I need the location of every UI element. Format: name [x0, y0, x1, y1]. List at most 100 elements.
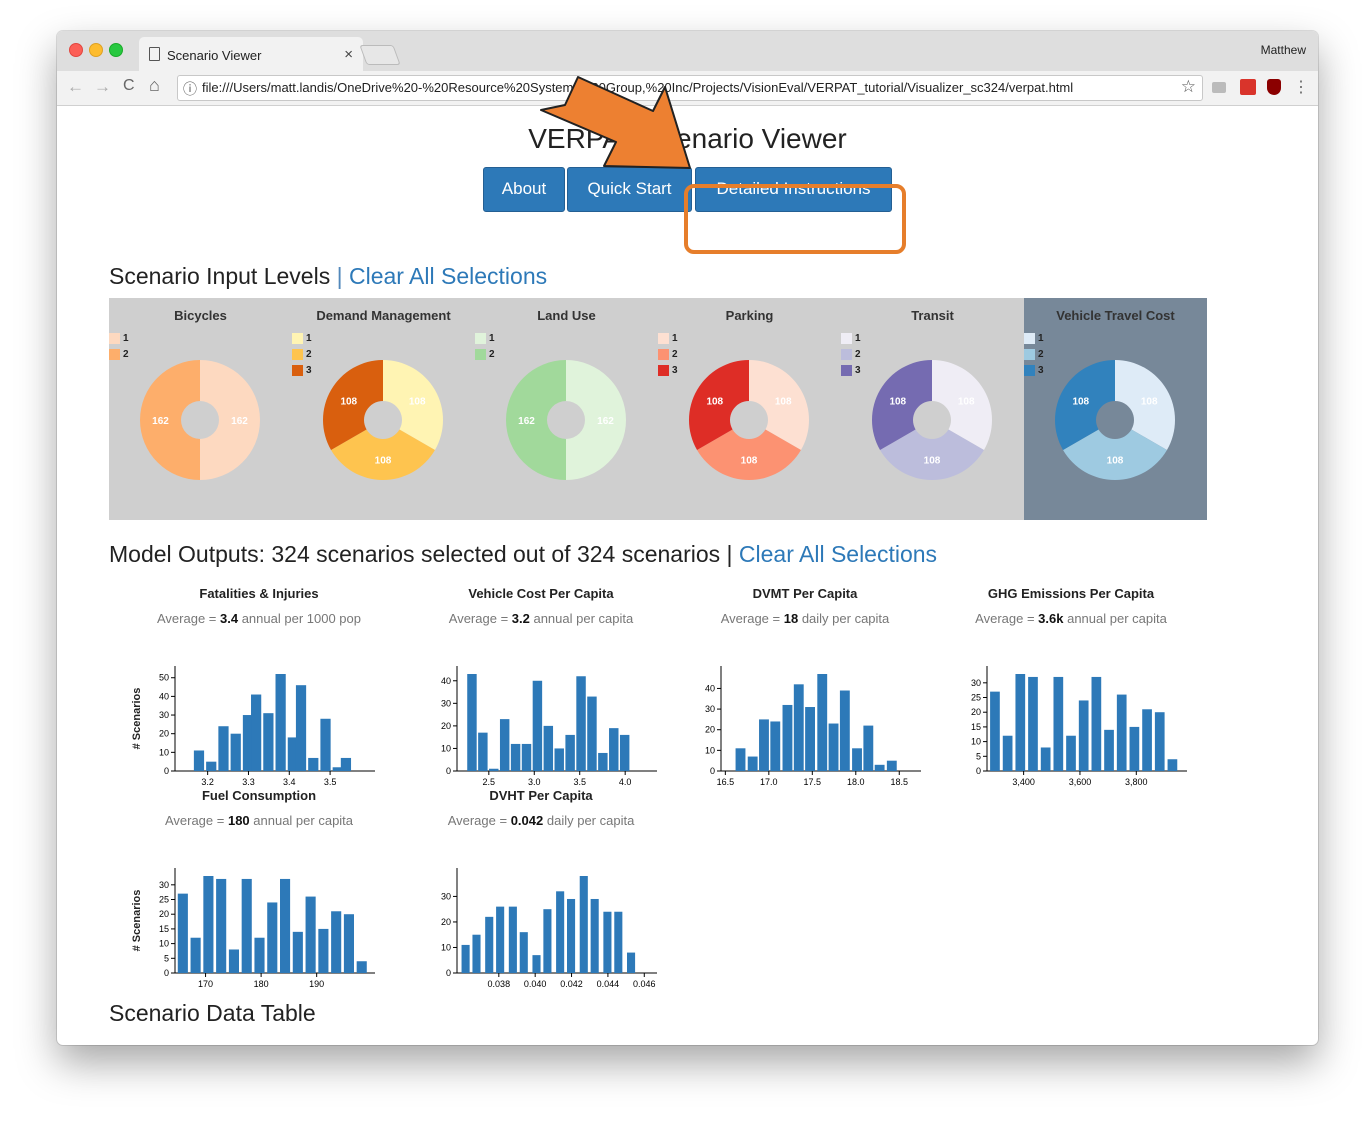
donut-chart[interactable]: 162 162 — [109, 298, 292, 520]
histogram-bar[interactable] — [251, 694, 262, 771]
ublock-icon[interactable] — [1267, 79, 1281, 95]
histogram-bar[interactable] — [331, 911, 342, 973]
histogram-bar[interactable] — [1015, 674, 1026, 771]
maximize-window-icon[interactable] — [109, 43, 123, 57]
histogram-bar[interactable] — [565, 734, 575, 771]
home-icon[interactable]: ⌂ — [149, 75, 160, 96]
histogram-bar[interactable] — [735, 748, 746, 771]
donut-chart[interactable]: 108 108 108 — [1024, 298, 1207, 520]
histogram-bar[interactable] — [1129, 726, 1140, 771]
histogram-bar[interactable] — [1040, 747, 1051, 771]
histogram-bar[interactable] — [267, 902, 278, 973]
histogram-bar[interactable] — [747, 756, 758, 771]
histogram-bar[interactable] — [263, 713, 274, 771]
histogram-bar[interactable] — [241, 878, 252, 973]
histogram-bar[interactable] — [521, 743, 532, 771]
star-icon[interactable]: ☆ — [1181, 77, 1196, 97]
profile-name[interactable]: Matthew — [1261, 43, 1306, 57]
histogram-bar[interactable] — [1091, 676, 1102, 771]
histogram-bar[interactable] — [609, 728, 619, 771]
histogram-bar[interactable] — [308, 757, 319, 771]
histogram-bar[interactable] — [1053, 676, 1064, 771]
histogram-bar[interactable] — [603, 911, 612, 973]
histogram-bar[interactable] — [206, 761, 217, 771]
input-panel-bicycles[interactable]: Bicycles 1 2 162 162 — [109, 298, 292, 520]
extension-icon[interactable] — [1212, 82, 1226, 93]
histogram-bar[interactable] — [1028, 676, 1038, 771]
about-button[interactable]: About — [483, 167, 565, 212]
histogram-bar[interactable] — [886, 760, 897, 771]
close-window-icon[interactable] — [69, 43, 83, 57]
histogram-bar[interactable] — [532, 680, 543, 771]
histogram-bar[interactable] — [619, 734, 630, 771]
histogram-bar[interactable] — [489, 768, 499, 771]
histogram-plot[interactable]: 010203040503.2 3.3 3.4 3.5# Scenarios — [109, 624, 409, 794]
histogram-bar[interactable] — [203, 876, 214, 973]
histogram-dvht-per-capita[interactable]: DVHT Per Capita Average = 0.042 daily per… — [391, 778, 691, 989]
donut-chart[interactable]: 108 108 108 — [292, 298, 475, 520]
histogram-bar[interactable] — [839, 690, 850, 771]
histogram-bar[interactable] — [292, 931, 303, 973]
histogram-fuel-consumption[interactable]: Fuel Consumption Average = 180 annual per… — [109, 778, 409, 989]
histogram-bar[interactable] — [1002, 735, 1013, 771]
histogram-bar[interactable] — [805, 707, 815, 771]
input-panel-transit[interactable]: Transit 1 2 3 108 108 108 — [841, 298, 1024, 520]
histogram-bar[interactable] — [1116, 694, 1127, 771]
histogram-bar[interactable] — [590, 898, 599, 973]
histogram-bar[interactable] — [340, 757, 352, 771]
histogram-bar[interactable] — [556, 891, 565, 973]
browser-tab[interactable]: Scenario Viewer × — [139, 37, 363, 71]
histogram-bar[interactable] — [280, 878, 291, 973]
histogram-bar[interactable] — [356, 961, 367, 973]
histogram-vehicle-cost-per-capita[interactable]: Vehicle Cost Per Capita Average = 3.2 ann… — [391, 576, 691, 787]
histogram-bar[interactable] — [216, 878, 227, 973]
histogram-bar[interactable] — [228, 949, 239, 973]
histogram-bar[interactable] — [1066, 735, 1076, 771]
histogram-bar[interactable] — [532, 955, 541, 973]
histogram-bar[interactable] — [579, 876, 588, 973]
histogram-bar[interactable] — [852, 748, 862, 771]
histogram-plot[interactable]: 0 10 20 30 40 16.5 17.0 17.5 18.0 18.5 — [655, 624, 955, 794]
quick-start-button[interactable]: Quick Start — [567, 167, 692, 212]
clear-outputs-link[interactable]: Clear All Selections — [739, 541, 937, 567]
donut-chart[interactable]: 108 108 108 — [841, 298, 1024, 520]
histogram-bar[interactable] — [1167, 759, 1178, 771]
histogram-bar[interactable] — [510, 743, 521, 771]
histogram-bar[interactable] — [598, 752, 608, 771]
histogram-bar[interactable] — [759, 719, 769, 771]
histogram-bar[interactable] — [467, 674, 477, 771]
donut-slice[interactable] — [200, 360, 260, 480]
donut-slice[interactable] — [506, 360, 566, 480]
histogram-bar[interactable] — [472, 934, 481, 973]
histogram-bar[interactable] — [485, 916, 494, 973]
histogram-bar[interactable] — [320, 718, 331, 771]
histogram-bar[interactable] — [782, 704, 793, 771]
histogram-bar[interactable] — [828, 723, 839, 771]
histogram-bar[interactable] — [218, 726, 229, 771]
histogram-bar[interactable] — [519, 932, 528, 973]
histogram-ghg-emissions-per-capita[interactable]: GHG Emissions Per Capita Average = 3.6k a… — [921, 576, 1221, 787]
donut-slice[interactable] — [140, 360, 200, 480]
clear-inputs-link[interactable]: Clear All Selections — [349, 263, 547, 289]
close-icon[interactable]: × — [344, 46, 353, 63]
histogram-bar[interactable] — [254, 937, 265, 973]
histogram-bar[interactable] — [193, 750, 205, 771]
histogram-bar[interactable] — [1078, 700, 1089, 771]
histogram-bar[interactable] — [190, 937, 201, 973]
histogram-bar[interactable] — [793, 684, 804, 771]
input-panel-parking[interactable]: Parking 1 2 3 108 108 108 — [658, 298, 841, 520]
url-text[interactable]: file:///Users/matt.landis/OneDrive%20-%2… — [202, 80, 1073, 95]
histogram-bar[interactable] — [318, 928, 329, 973]
histogram-bar[interactable] — [874, 764, 885, 771]
histogram-bar[interactable] — [230, 733, 241, 771]
histogram-bar[interactable] — [543, 725, 554, 771]
histogram-bar[interactable] — [817, 674, 828, 771]
histogram-bar[interactable] — [1154, 712, 1165, 771]
donut-chart[interactable]: 108 108 108 — [658, 298, 841, 520]
calendar-icon[interactable] — [1240, 79, 1256, 95]
histogram-bar[interactable] — [587, 696, 597, 771]
histogram-bar[interactable] — [863, 725, 874, 771]
back-icon[interactable]: ← — [67, 77, 84, 97]
histogram-bar[interactable] — [499, 719, 510, 771]
menu-icon[interactable]: ⋮ — [1293, 77, 1309, 97]
